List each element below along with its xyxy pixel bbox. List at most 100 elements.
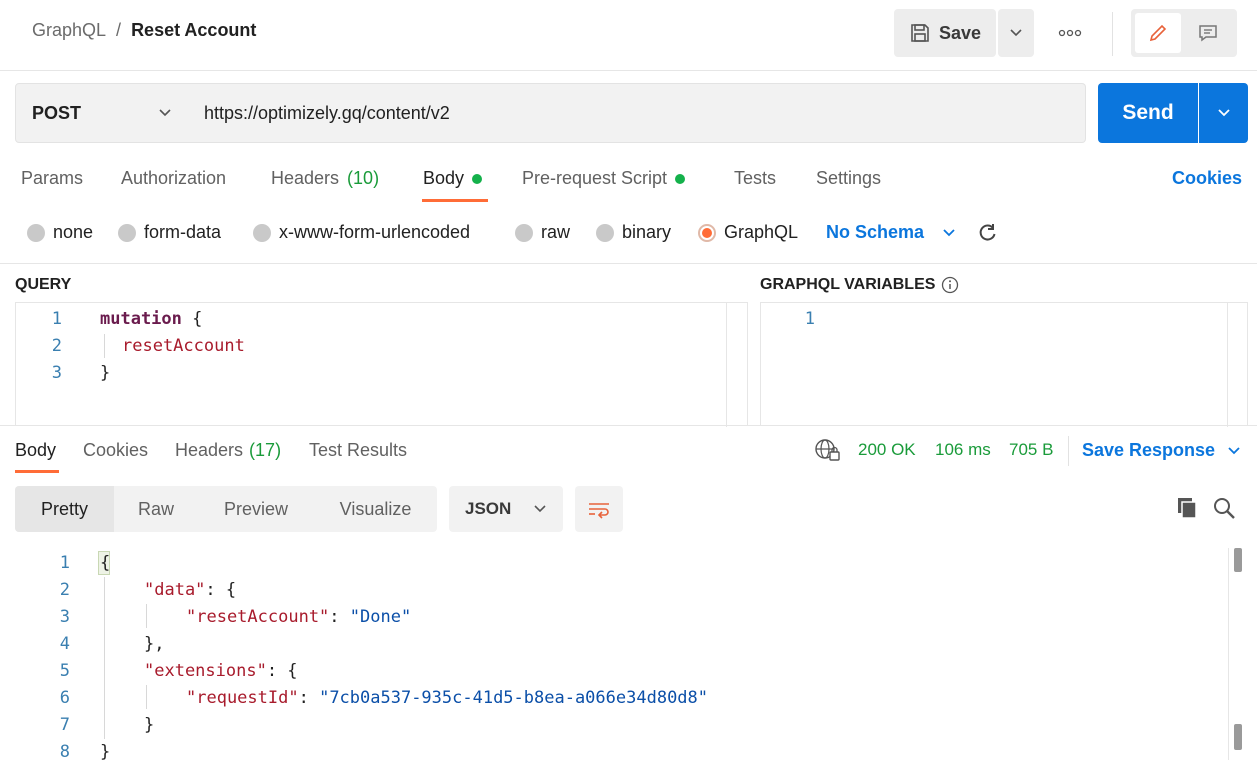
radio-label: raw bbox=[541, 222, 571, 242]
tab-label: Authorization bbox=[121, 168, 227, 188]
save-options-button[interactable] bbox=[998, 9, 1034, 57]
radio-button-selected bbox=[698, 223, 716, 242]
body-type-graphql[interactable]: GraphQL bbox=[698, 222, 798, 243]
response-tab-headers[interactable]: Headers (17) bbox=[175, 440, 281, 461]
method-value: POST bbox=[32, 102, 82, 123]
indent-guide bbox=[146, 604, 147, 628]
line-number: 2 bbox=[51, 336, 62, 356]
punctuation: { bbox=[181, 309, 203, 329]
schema-select[interactable]: No Schema bbox=[826, 222, 956, 243]
wrap-lines-button[interactable] bbox=[575, 486, 623, 532]
chevron-down-icon bbox=[1228, 446, 1240, 454]
line-number: 4 bbox=[59, 634, 70, 654]
info-icon[interactable] bbox=[941, 276, 959, 294]
response-time[interactable]: 106 ms bbox=[935, 440, 991, 460]
chevron-down-icon bbox=[159, 109, 171, 117]
tab-pre-request-script[interactable]: Pre-request Script bbox=[522, 168, 686, 189]
edit-mode-button[interactable] bbox=[1135, 13, 1181, 53]
radio-label: binary bbox=[622, 222, 672, 242]
body-type-urlencoded[interactable]: x-www-form-urlencoded bbox=[253, 222, 470, 243]
ellipsis-icon bbox=[1058, 29, 1082, 37]
json-key: "extensions" bbox=[144, 661, 267, 681]
globe-lock-icon[interactable] bbox=[814, 438, 840, 462]
tab-label: Body bbox=[15, 440, 57, 460]
radio-button bbox=[118, 223, 136, 242]
save-button[interactable]: Save bbox=[894, 9, 996, 57]
breadcrumb-collection[interactable]: GraphQL bbox=[32, 20, 106, 41]
body-type-raw[interactable]: raw bbox=[515, 222, 570, 243]
query-editor[interactable]: 1 2 3 mutation { resetAccount } bbox=[15, 302, 748, 427]
refresh-icon[interactable] bbox=[976, 222, 998, 244]
divider bbox=[1112, 12, 1113, 56]
cookies-link[interactable]: Cookies bbox=[1172, 168, 1242, 189]
body-type-none[interactable]: none bbox=[27, 222, 93, 243]
body-type-form-data[interactable]: form-data bbox=[118, 222, 221, 243]
response-tab-cookies[interactable]: Cookies bbox=[83, 440, 148, 461]
body-type-binary[interactable]: binary bbox=[596, 222, 671, 243]
punctuation: : { bbox=[266, 661, 298, 681]
response-tab-test-results[interactable]: Test Results bbox=[309, 440, 407, 461]
keyword: mutation bbox=[100, 309, 182, 329]
send-options-button[interactable] bbox=[1199, 83, 1248, 143]
variables-label: GRAPHQL VARIABLES bbox=[760, 276, 936, 293]
header-divider bbox=[0, 70, 1257, 71]
response-scrollbar-marker[interactable] bbox=[1234, 548, 1242, 572]
send-button[interactable]: Send bbox=[1098, 83, 1198, 143]
url-value: https://optimizely.gq/content/v2 bbox=[204, 102, 450, 123]
tab-params[interactable]: Params bbox=[21, 168, 83, 189]
line-number: 8 bbox=[59, 742, 70, 760]
copy-icon[interactable] bbox=[1176, 496, 1200, 520]
more-actions-button[interactable] bbox=[1050, 20, 1090, 46]
view-pretty[interactable]: Pretty bbox=[15, 486, 114, 532]
json-key: "data" bbox=[144, 580, 206, 600]
tab-authorization[interactable]: Authorization bbox=[121, 168, 226, 189]
url-input[interactable]: https://optimizely.gq/content/v2 bbox=[188, 83, 1086, 143]
radio-label: form-data bbox=[144, 222, 222, 242]
editor-scrollbar[interactable] bbox=[726, 303, 727, 427]
chevron-down-icon bbox=[1010, 29, 1022, 37]
json-key: "resetAccount" bbox=[186, 607, 330, 627]
view-raw[interactable]: Raw bbox=[114, 486, 198, 532]
headers-count: (10) bbox=[347, 168, 380, 188]
json-line: }, bbox=[144, 634, 165, 654]
line-number: 3 bbox=[59, 607, 70, 627]
view-preview[interactable]: Preview bbox=[198, 486, 314, 532]
code-line: resetAccount bbox=[122, 336, 245, 356]
search-icon[interactable] bbox=[1212, 496, 1236, 520]
json-line: "requestId": "7cb0a537-935c-41d5-b8ea-a0… bbox=[186, 688, 708, 708]
tab-settings[interactable]: Settings bbox=[816, 168, 881, 189]
format-select[interactable]: JSON bbox=[449, 486, 563, 532]
status-code[interactable]: 200 OK bbox=[858, 440, 916, 460]
headers-count: (17) bbox=[249, 440, 282, 460]
save-response-button[interactable]: Save Response bbox=[1082, 440, 1241, 461]
line-number: 1 bbox=[51, 309, 62, 329]
method-select[interactable]: POST bbox=[15, 83, 189, 143]
response-tab-body[interactable]: Body bbox=[15, 440, 56, 461]
radio-button bbox=[253, 223, 271, 242]
json-value: "7cb0a537-935c-41d5-b8ea-a066e34d80d8" bbox=[319, 688, 709, 708]
comments-button[interactable] bbox=[1185, 13, 1231, 53]
tab-label: Cookies bbox=[83, 440, 149, 460]
response-size[interactable]: 705 B bbox=[1009, 440, 1053, 460]
chevron-down-icon bbox=[534, 505, 546, 513]
request-title[interactable]: Reset Account bbox=[131, 20, 256, 41]
tab-tests[interactable]: Tests bbox=[734, 168, 776, 189]
radio-label: none bbox=[53, 222, 94, 242]
tab-body[interactable]: Body bbox=[423, 168, 483, 189]
tab-label: Headers bbox=[271, 168, 340, 188]
divider bbox=[1068, 436, 1069, 466]
tab-headers[interactable]: Headers (10) bbox=[271, 168, 379, 189]
tab-label: Params bbox=[21, 168, 84, 188]
tab-label: Tests bbox=[734, 168, 777, 188]
indent-guide bbox=[104, 577, 105, 739]
view-visualize[interactable]: Visualize bbox=[314, 486, 437, 532]
chevron-down-icon bbox=[1217, 109, 1230, 117]
variables-header: GRAPHQL VARIABLES bbox=[760, 276, 959, 294]
save-response-label: Save Response bbox=[1082, 440, 1216, 460]
response-scrollbar-thumb[interactable] bbox=[1234, 724, 1242, 750]
section-divider bbox=[0, 263, 1257, 264]
tab-label: Test Results bbox=[309, 440, 408, 460]
editor-scrollbar[interactable] bbox=[1227, 303, 1228, 427]
radio-button bbox=[596, 223, 614, 242]
variables-editor[interactable]: 1 bbox=[760, 302, 1248, 427]
